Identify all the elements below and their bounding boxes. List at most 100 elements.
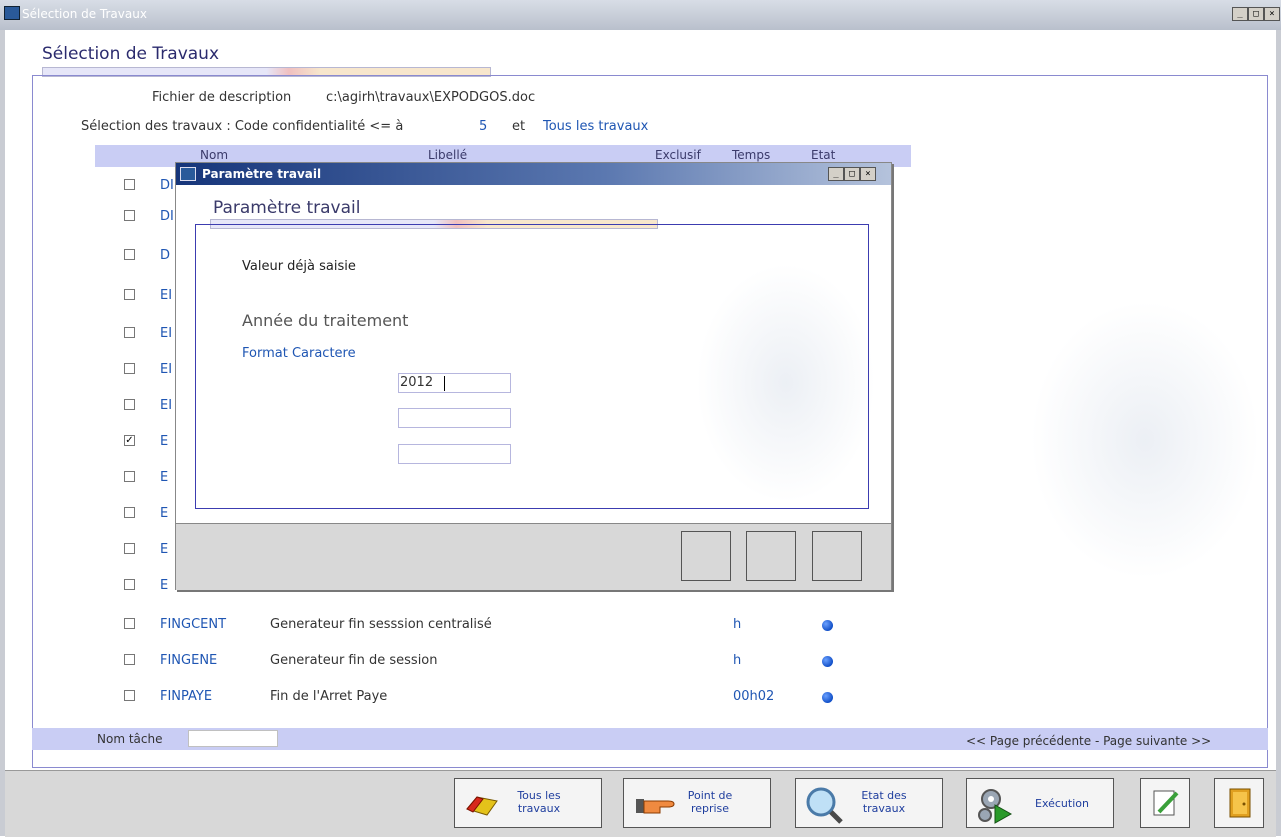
row-name[interactable]: E bbox=[160, 506, 168, 521]
row-name[interactable]: E bbox=[160, 542, 168, 557]
dialog-info: Valeur déjà saisie bbox=[242, 259, 356, 274]
row-checkbox[interactable] bbox=[124, 579, 135, 590]
col-etat[interactable]: Etat bbox=[811, 148, 835, 162]
main-titlebar: Sélection de Travaux _ □ × bbox=[0, 0, 1281, 30]
dialog-button-1[interactable] bbox=[681, 531, 731, 581]
row-name[interactable]: E bbox=[160, 470, 168, 485]
exit-button[interactable] bbox=[1214, 778, 1264, 828]
row-checkbox[interactable] bbox=[124, 179, 135, 190]
frame-right bbox=[1276, 30, 1281, 836]
row-name[interactable]: EI bbox=[160, 288, 172, 303]
row-label: Generateur fin sesssion centralisé bbox=[270, 617, 492, 632]
param-input-2[interactable] bbox=[398, 408, 511, 428]
nom-tache-label: Nom tâche bbox=[97, 732, 163, 746]
selection-et: et bbox=[512, 119, 526, 134]
col-temps[interactable]: Temps bbox=[732, 148, 770, 162]
col-libelle[interactable]: Libellé bbox=[428, 148, 467, 162]
row-name[interactable]: EI bbox=[160, 362, 172, 377]
dialog-minimize-button[interactable]: _ bbox=[828, 167, 844, 181]
row-name[interactable]: FINGCENT bbox=[160, 617, 226, 632]
row-name[interactable]: FINPAYE bbox=[160, 689, 212, 704]
etat-line1: Etat des bbox=[861, 789, 907, 802]
row-time: h bbox=[733, 653, 742, 668]
format-label: Format Caractere bbox=[242, 346, 356, 361]
tous-line2: travaux bbox=[517, 802, 561, 815]
row-checkbox[interactable] bbox=[124, 471, 135, 482]
row-checkbox[interactable] bbox=[124, 327, 135, 338]
description-path: c:\agirh\travaux\EXPODGOS.doc bbox=[326, 90, 536, 105]
row-checkbox[interactable] bbox=[124, 210, 135, 221]
param-input-1[interactable]: 2012 bbox=[398, 373, 511, 393]
dialog-button-3[interactable] bbox=[812, 531, 862, 581]
row-checkbox[interactable] bbox=[124, 618, 135, 629]
description-label: Fichier de description bbox=[152, 90, 292, 105]
pagination-links[interactable]: << Page précédente - Page suivante >> bbox=[966, 734, 1211, 748]
col-nom[interactable]: Nom bbox=[200, 148, 228, 162]
gears-play-icon bbox=[978, 789, 1013, 824]
status-dot-icon bbox=[822, 692, 833, 703]
row-label: Fin de l'Arret Paye bbox=[270, 689, 388, 704]
selection-label: Sélection des travaux : Code confidentia… bbox=[81, 119, 404, 134]
table-row[interactable]: FINGENE Generateur fin de session h bbox=[0, 651, 900, 671]
row-checkbox[interactable]: ✓ bbox=[124, 435, 135, 446]
window-title: Sélection de Travaux bbox=[22, 7, 147, 21]
row-name[interactable]: E bbox=[160, 434, 168, 449]
table-row[interactable]: FINPAYE Fin de l'Arret Paye 00h02 bbox=[0, 687, 900, 707]
row-name[interactable]: EI bbox=[160, 398, 172, 413]
etat-line2: travaux bbox=[862, 802, 906, 815]
row-checkbox[interactable] bbox=[124, 543, 135, 554]
row-name[interactable]: D bbox=[160, 248, 170, 263]
edit-button[interactable] bbox=[1140, 778, 1190, 828]
row-label: Generateur fin de session bbox=[270, 653, 438, 668]
row-checkbox[interactable] bbox=[124, 654, 135, 665]
table-row[interactable]: FINGCENT Generateur fin sesssion centrali… bbox=[0, 615, 900, 635]
row-time: 00h02 bbox=[733, 689, 775, 704]
row-checkbox[interactable] bbox=[124, 289, 135, 300]
row-name[interactable]: FINGENE bbox=[160, 653, 217, 668]
row-checkbox[interactable] bbox=[124, 507, 135, 518]
row-name[interactable]: EI bbox=[160, 326, 172, 341]
close-button[interactable]: × bbox=[1264, 7, 1280, 21]
execution-label: Exécution bbox=[1035, 797, 1089, 810]
dialog-app-icon bbox=[180, 167, 196, 181]
execution-button[interactable]: Exécution bbox=[966, 778, 1114, 828]
edit-pencil-icon bbox=[1153, 790, 1179, 816]
magnifier-icon bbox=[806, 787, 843, 824]
dialog-button-2[interactable] bbox=[746, 531, 796, 581]
point-line2: reprise bbox=[690, 802, 730, 815]
param-input-3[interactable] bbox=[398, 444, 511, 464]
tous-line1: Tous les bbox=[517, 789, 561, 802]
dialog-titlebar: Paramètre travail _ □ × bbox=[176, 163, 891, 185]
parametre-dialog: Paramètre travail _ □ × Paramètre travai… bbox=[175, 162, 892, 590]
filter-link[interactable]: Tous les travaux bbox=[543, 119, 648, 134]
point-line1: Point de bbox=[687, 789, 733, 802]
point-reprise-button[interactable]: Point de reprise bbox=[623, 778, 771, 828]
row-time: h bbox=[733, 617, 742, 632]
dialog-title: Paramètre travail bbox=[202, 167, 322, 181]
dialog-window-controls: _ □ × bbox=[828, 167, 876, 181]
tous-travaux-button[interactable]: Tous les travaux bbox=[454, 778, 602, 828]
row-checkbox[interactable] bbox=[124, 399, 135, 410]
status-dot-icon bbox=[822, 656, 833, 667]
dialog-heading: Paramètre travail bbox=[213, 198, 361, 218]
nom-tache-input[interactable] bbox=[188, 730, 278, 747]
row-name[interactable]: E bbox=[160, 578, 168, 593]
row-name[interactable]: DI bbox=[160, 209, 174, 224]
dialog-close-button[interactable]: × bbox=[860, 167, 876, 181]
row-checkbox[interactable] bbox=[124, 363, 135, 374]
minimize-button[interactable]: _ bbox=[1232, 7, 1248, 21]
col-exclusif[interactable]: Exclusif bbox=[655, 148, 701, 162]
exit-door-icon bbox=[1229, 788, 1251, 818]
maximize-button[interactable]: □ bbox=[1248, 7, 1264, 21]
pointing-hand-icon bbox=[636, 799, 675, 814]
row-checkbox[interactable] bbox=[124, 249, 135, 260]
etat-travaux-button[interactable]: Etat des travaux bbox=[795, 778, 943, 828]
row-checkbox[interactable] bbox=[124, 690, 135, 701]
status-dot-icon bbox=[822, 620, 833, 631]
app-icon bbox=[4, 6, 20, 20]
page-title: Sélection de Travaux bbox=[42, 44, 220, 64]
dialog-maximize-button[interactable]: □ bbox=[844, 167, 860, 181]
row-name[interactable]: DI bbox=[160, 178, 174, 193]
confidentiality-code[interactable]: 5 bbox=[479, 119, 487, 134]
window-controls: _ □ × bbox=[1232, 7, 1280, 21]
